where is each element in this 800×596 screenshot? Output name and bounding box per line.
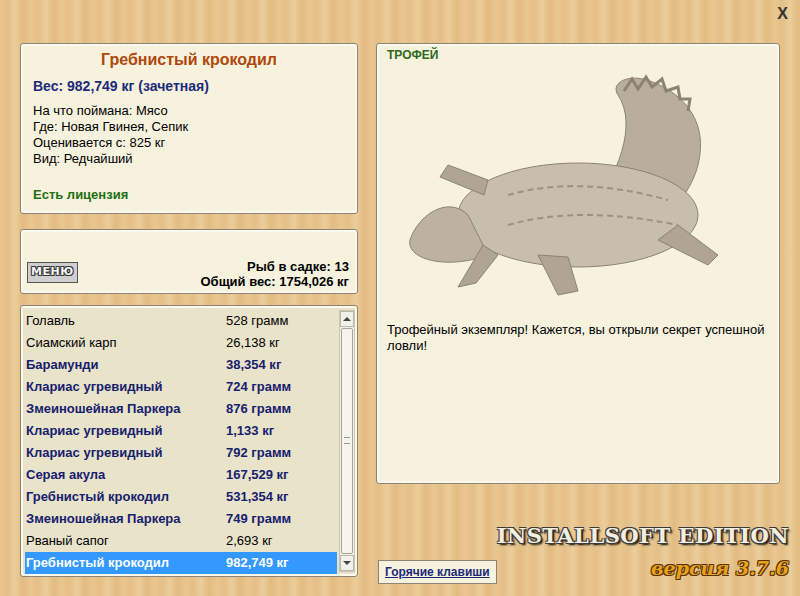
catch-row[interactable]: Змеиношейная Паркера749 грамм (25, 508, 337, 530)
trophy-label: ТРОФЕЙ (387, 46, 769, 64)
catch-row[interactable]: Клариас угревидный1,133 кг (25, 420, 337, 442)
catch-name: Гребнистый крокодил (26, 553, 226, 573)
trophy-window: X Гребнистый крокодил Вес: 982,749 кг (з… (0, 0, 800, 596)
catch-name: Рваный сапог (26, 531, 226, 551)
close-button[interactable]: X (773, 4, 792, 24)
total-weight: Общий вес: 1754,026 кг (200, 274, 349, 289)
scroll-track[interactable] (340, 327, 354, 555)
catch-row[interactable]: Клариас угревидный792 грамм (25, 442, 337, 464)
fish-info-panel: Гребнистый крокодил Вес: 982,749 кг (зач… (20, 43, 358, 214)
arrow-down-icon (343, 561, 351, 565)
catch-name: Гребнистый крокодил (26, 487, 226, 507)
catch-weight: 38,354 кг (226, 355, 281, 375)
catch-weight: 982,749 кг (226, 553, 289, 573)
fish-title: Гребнистый крокодил (33, 48, 345, 72)
hotkeys-link[interactable]: Горячие клавиши (378, 560, 497, 584)
catch-row[interactable]: Рваный сапог2,693 кг (25, 530, 337, 552)
catch-row[interactable]: Серая акула167,529 кг (25, 464, 337, 486)
pike-icon (793, 500, 800, 596)
info-line: Где: Новая Гвинея, Сепик (33, 119, 345, 135)
catch-weight: 528 грамм (226, 311, 288, 331)
catch-weight: 26,138 кг (226, 333, 280, 353)
catch-row[interactable]: Голавль528 грамм (25, 310, 337, 332)
fish-count: Рыб в садке: 13 (200, 259, 349, 274)
crocodile-icon (388, 65, 768, 301)
menu-button[interactable]: МЕНЮ (27, 262, 78, 283)
logo: INSTALLSOFT EDITION версия 3.7.6 (497, 520, 789, 582)
catch-row[interactable]: Клариас угревидный724 грамм (25, 376, 337, 398)
catch-list: Голавль528 граммСиамский карп26,138 кгБа… (20, 305, 358, 577)
trophy-panel: ТРОФЕЙ Трофейный экзем (376, 43, 780, 484)
catch-name: Барамунди (26, 355, 226, 375)
info-line: Вид: Редчайший (33, 151, 345, 167)
catch-name: Сиамский карп (26, 333, 226, 353)
scrollbar[interactable] (339, 310, 355, 572)
license-status: Есть лицензия (33, 185, 345, 205)
catch-weight: 876 грамм (226, 399, 291, 419)
version-text: версия 3.7.6 (651, 554, 789, 583)
catch-weight: 2,693 кг (226, 531, 273, 551)
catch-weight: 531,354 кг (226, 487, 289, 507)
scroll-down-button[interactable] (340, 555, 354, 571)
catch-row[interactable]: Гребнистый крокодил982,749 кг (25, 552, 337, 574)
crocodile-image (387, 64, 769, 302)
catch-weight: 1,133 кг (226, 421, 274, 441)
catch-name: Клариас угревидный (26, 377, 226, 397)
scroll-up-button[interactable] (340, 311, 354, 327)
catch-name: Голавль (26, 311, 226, 331)
catch-name: Змеиношейная Паркера (26, 399, 226, 419)
info-line: Оценивается с: 825 кг (33, 135, 345, 151)
scroll-thumb[interactable] (341, 328, 353, 554)
catch-name: Клариас угревидный (26, 443, 226, 463)
logo-text: INSTALLSOFT EDITION (497, 520, 789, 552)
catch-name: Серая акула (26, 465, 226, 485)
trophy-text: Трофейный экземпляр! Кажется, вы открыли… (387, 322, 769, 354)
catch-weight: 749 грамм (226, 509, 291, 529)
fish-weight: Вес: 982,749 кг (зачетная) (33, 76, 345, 97)
catch-name: Змеиношейная Паркера (26, 509, 226, 529)
arrow-up-icon (343, 317, 351, 321)
catch-row[interactable]: Змеиношейная Паркера876 грамм (25, 398, 337, 420)
catch-name: Клариас угревидный (26, 421, 226, 441)
catch-row[interactable]: Барамунди38,354 кг (25, 354, 337, 376)
catch-row[interactable]: Гребнистый крокодил531,354 кг (25, 486, 337, 508)
catch-weight: 724 грамм (226, 377, 291, 397)
keepnet-panel: МЕНЮ Рыб в садке: 13 Общий вес: 1754,026… (20, 229, 358, 294)
catch-weight: 167,529 кг (226, 465, 289, 485)
info-line: На что поймана: Мясо (33, 103, 345, 119)
catch-weight: 792 грамм (226, 443, 291, 463)
catch-row[interactable]: Сиамский карп26,138 кг (25, 332, 337, 354)
